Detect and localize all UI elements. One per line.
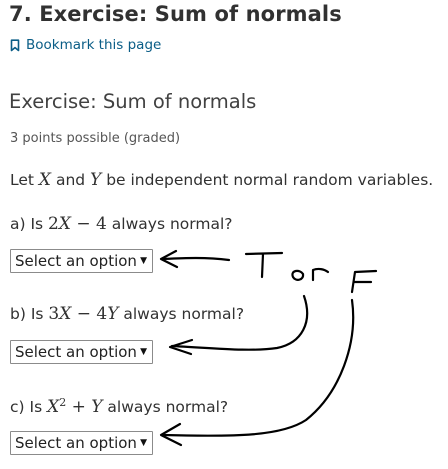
answer-select-c[interactable]: Select an option ▼ [10,431,153,455]
bookmark-icon [10,38,20,52]
letter-r [311,267,330,282]
arrowhead-c [159,422,183,447]
unit-title: 7. Exercise: Sum of normals [9,2,342,26]
question-b: b) Is 3X − 4Y always normal? [10,304,244,324]
question-c: c) Is X2 + Y always normal? [10,397,228,417]
answer-select-b[interactable]: Select an option ▼ [10,340,153,364]
dropdown-caret-icon: ▼ [140,438,147,448]
problem-statement: Let X and Y be independent normal random… [10,170,433,190]
answer-select-a[interactable]: Select an option ▼ [10,249,153,273]
letter-o [291,269,305,281]
statement-suffix: be independent normal random variables. [101,171,434,189]
statement-prefix: Let [10,171,39,189]
bookmark-label[interactable]: Bookmark this page [26,37,161,53]
math-var: X [58,214,71,234]
question-suffix: always normal? [106,215,233,233]
math-mid: − 4 [71,304,108,324]
letter-f [350,269,378,294]
select-value: Select an option [15,434,137,452]
question-suffix: always normal? [102,398,229,416]
question-prefix: b) Is [10,305,49,323]
math-var: X [59,304,72,324]
math-var-y: Y [90,170,102,190]
select-value: Select an option [15,343,137,361]
math-var2: Y [91,397,103,417]
math-coef: 3 [48,304,60,324]
math-var-x: X [38,170,52,190]
question-suffix: always normal? [118,305,245,323]
math-coef: 2 [48,214,59,234]
math-var: X [47,397,60,417]
math-mid: + [66,397,92,417]
arrowhead-b [168,338,194,356]
question-prefix: c) Is [10,398,48,416]
math-rest: − 4 [70,214,107,234]
arrowhead-a [159,249,179,269]
select-value: Select an option [15,252,137,270]
arrow-to-a [160,256,231,262]
dropdown-caret-icon: ▼ [140,347,147,357]
question-a: a) Is 2X − 4 always normal? [10,214,232,234]
question-prefix: a) Is [10,215,49,233]
letter-t [244,251,284,279]
dropdown-caret-icon: ▼ [140,256,147,266]
bookmark-button[interactable]: Bookmark this page [10,37,161,53]
points-possible: 3 points possible (graded) [10,131,181,146]
math-var2: Y [107,304,119,324]
problem-title: Exercise: Sum of normals [9,90,257,113]
statement-and: and [51,171,91,189]
